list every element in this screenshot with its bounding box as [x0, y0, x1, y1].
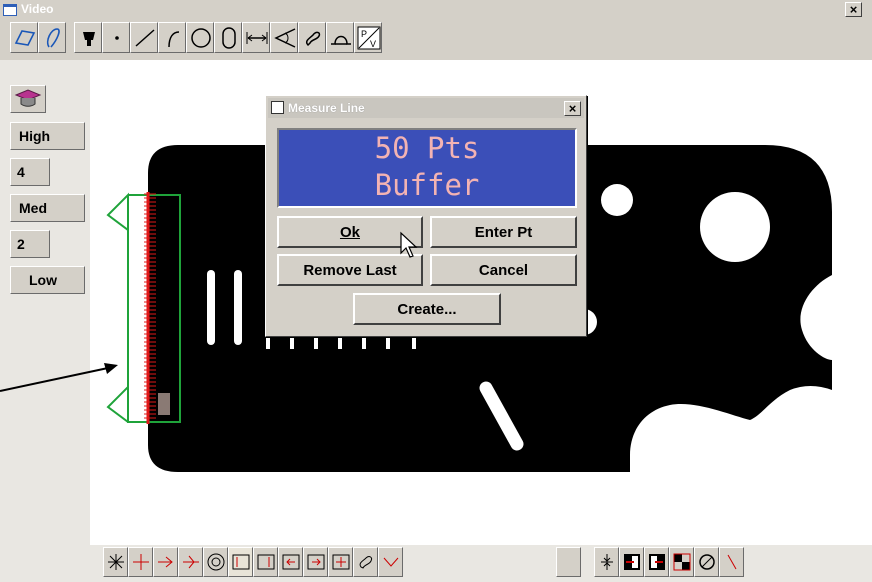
dialog-title-bar: Measure Line ×: [268, 98, 584, 118]
light-low-button[interactable]: Low: [10, 266, 85, 294]
light-med-button[interactable]: Med: [10, 194, 85, 222]
point-buffer-display: 50 Pts Buffer: [277, 128, 577, 208]
edge-find-left-icon[interactable]: [228, 547, 253, 577]
enter-pt-button[interactable]: Enter Pt: [430, 216, 577, 248]
annotation-arrow: [0, 363, 118, 392]
dialog-close-button[interactable]: ×: [564, 101, 581, 116]
line-icon[interactable]: [130, 22, 158, 53]
crosshair-star-icon[interactable]: [103, 547, 128, 577]
title-bar: Video ×: [0, 0, 872, 20]
arrow-right-tool-icon[interactable]: [153, 547, 178, 577]
lasso-select-icon[interactable]: [38, 22, 66, 53]
focus-icon[interactable]: [594, 547, 619, 577]
display-line-1: 50 Pts: [374, 131, 480, 165]
point-icon[interactable]: [102, 22, 130, 53]
bottom-toolbar: [0, 545, 872, 582]
move-left-icon[interactable]: [644, 547, 669, 577]
contour-icon[interactable]: [298, 22, 326, 53]
crosshair-icon[interactable]: [128, 547, 153, 577]
window-close-button[interactable]: ×: [845, 2, 862, 17]
measure-line-dialog: Measure Line × 50 Pts Buffer Ok Enter Pt…: [265, 95, 587, 337]
move-right-icon[interactable]: [619, 547, 644, 577]
circle-icon[interactable]: [186, 22, 214, 53]
edge-find-out-icon[interactable]: [303, 547, 328, 577]
svg-text:V: V: [370, 39, 376, 49]
distance-icon[interactable]: [242, 22, 270, 53]
svg-text:P: P: [361, 29, 367, 39]
mouse-cursor-icon: [400, 231, 418, 258]
pv-icon[interactable]: PV: [354, 22, 382, 53]
arc-icon[interactable]: [158, 22, 186, 53]
slot-icon[interactable]: [214, 22, 242, 53]
edge-find-center-icon[interactable]: [328, 547, 353, 577]
chevron-down-icon[interactable]: [378, 547, 403, 577]
angle-icon[interactable]: [270, 22, 298, 53]
edge-find-in-icon[interactable]: [278, 547, 303, 577]
light-high-button[interactable]: High: [10, 122, 85, 150]
measure-toolbar: PV: [10, 22, 382, 54]
profile-icon[interactable]: [326, 22, 354, 53]
display-line-2: Buffer: [374, 168, 480, 202]
dialog-title: Measure Line: [288, 101, 365, 115]
checker-icon[interactable]: [669, 547, 694, 577]
window-title: Video: [21, 2, 54, 16]
window-icon: [3, 4, 17, 16]
light-level-4: 4: [10, 158, 50, 186]
dialog-window-icon: [271, 101, 284, 114]
contour-trace-icon[interactable]: [353, 547, 378, 577]
slash-tool-icon[interactable]: [719, 547, 744, 577]
no-circle-icon[interactable]: [694, 547, 719, 577]
cancel-button[interactable]: Cancel: [430, 254, 577, 286]
probe-icon[interactable]: [74, 22, 102, 53]
arrow-split-tool-icon[interactable]: [178, 547, 203, 577]
light-level-2: 2: [10, 230, 50, 258]
rectangle-select-icon[interactable]: [10, 22, 38, 53]
blank-tool-button[interactable]: [556, 547, 581, 577]
circle-target-icon[interactable]: [203, 547, 228, 577]
edge-find-right-icon[interactable]: [253, 547, 278, 577]
graduation-cap-icon[interactable]: [10, 85, 46, 113]
create-button[interactable]: Create...: [353, 293, 501, 325]
